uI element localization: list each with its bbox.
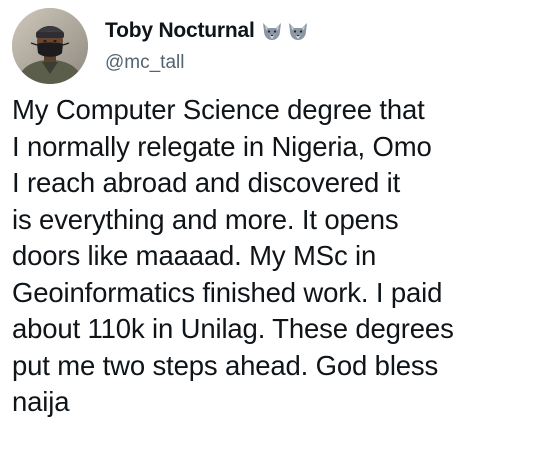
tweet-text-line: doors like maaaad. My MSc in <box>12 240 377 271</box>
tweet-text-line: put me two steps ahead. God bless <box>12 349 439 381</box>
name-emojis <box>261 20 309 42</box>
tweet-header: Toby Nocturnal @mc_tall <box>12 8 309 84</box>
author-handle[interactable]: @mc_tall <box>105 52 309 74</box>
wolf-icon <box>288 23 307 40</box>
tweet-text-line: naija <box>12 386 70 417</box>
tweet-text-line: I reach abroad and discovered it <box>12 167 401 198</box>
display-name-row: Toby Nocturnal <box>105 18 309 44</box>
tweet-card[interactable]: Toby Nocturnal @mc_tall My Computer Scie… <box>0 0 540 462</box>
avatar-photo <box>12 8 88 84</box>
tweet-text-line: My Computer Science degree that <box>12 94 425 125</box>
wolf-icon <box>262 23 281 40</box>
tweet-text-line: Geoinformatics finished work. I paid <box>12 276 443 308</box>
tweet-text: My Computer Science degree that I normal… <box>12 92 532 421</box>
tweet-text-line: is everything and more. It opens <box>12 203 399 235</box>
display-name[interactable]: Toby Nocturnal <box>105 19 255 43</box>
author-info: Toby Nocturnal @mc_tall <box>105 18 309 74</box>
tweet-text-line: about 110k in Unilag. These degrees <box>12 313 454 344</box>
tweet-text-line: I normally relegate in Nigeria, Omo <box>12 130 432 162</box>
avatar[interactable] <box>12 8 88 84</box>
